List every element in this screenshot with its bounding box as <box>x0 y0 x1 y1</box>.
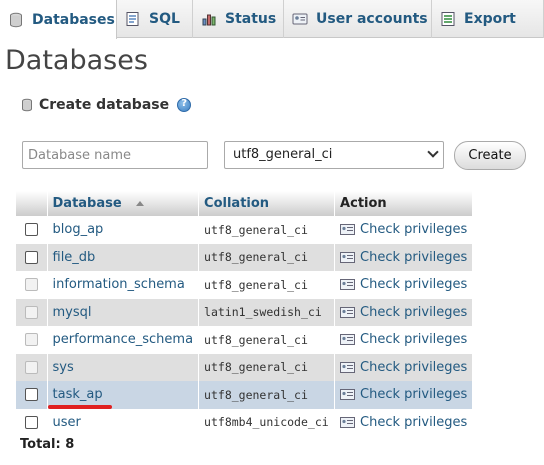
export-icon <box>440 11 456 27</box>
tab-label: Export <box>464 11 516 27</box>
check-privileges-label: Check privileges <box>360 277 468 293</box>
database-header-label: Database <box>52 196 122 211</box>
database-name-link[interactable]: blog_ap <box>47 216 200 244</box>
check-privileges-label: Check privileges <box>360 222 468 238</box>
row-checkbox-disabled <box>24 333 38 347</box>
collation-cell: utf8_general_ci <box>198 243 336 271</box>
action-column-header: Action <box>334 191 474 216</box>
database-column-header[interactable]: Database <box>47 191 200 216</box>
row-checkbox[interactable] <box>24 250 38 264</box>
check-privileges-label: Check privileges <box>360 359 468 375</box>
tab-user-accounts[interactable]: User accounts <box>284 0 432 38</box>
check-privileges-link[interactable]: Check privileges <box>334 243 474 271</box>
tab-label: Status <box>225 11 277 27</box>
check-privileges-link[interactable]: Check privileges <box>334 216 474 244</box>
help-icon[interactable] <box>177 98 192 112</box>
status-icon <box>201 11 217 27</box>
tab-label: Databases <box>32 11 115 28</box>
user-accounts-icon <box>292 11 308 27</box>
collation-cell: utf8mb4_unicode_ci <box>198 408 336 436</box>
collation-cell: latin1_swedish_ci <box>198 298 336 326</box>
total-count: Total: 8 <box>20 437 75 452</box>
check-privileges-link[interactable]: Check privileges <box>334 381 474 409</box>
check-privileges-label: Check privileges <box>360 249 468 265</box>
database-name-link[interactable]: user <box>47 408 200 436</box>
collation-column-header[interactable]: Collation <box>198 191 336 216</box>
privileges-icon <box>340 334 356 346</box>
collation-cell: utf8_general_ci <box>198 271 336 299</box>
database-icon <box>8 12 24 28</box>
row-checkbox-disabled <box>24 360 38 374</box>
create-database-heading: Create database <box>20 97 192 113</box>
check-privileges-link[interactable]: Check privileges <box>334 408 474 436</box>
create-button[interactable]: Create <box>454 141 526 170</box>
collation-cell: utf8_general_ci <box>198 326 336 354</box>
databases-table: Database Collation Action blog_ap utf8_g… <box>16 191 474 436</box>
collation-cell: utf8_general_ci <box>198 216 336 244</box>
check-privileges-label: Check privileges <box>360 414 468 430</box>
database-add-icon <box>20 98 34 112</box>
chevron-down-icon <box>427 146 439 158</box>
tab-sql[interactable]: SQL <box>117 0 193 38</box>
sql-icon <box>125 11 141 27</box>
collation-select[interactable]: utf8_general_ci <box>224 141 444 169</box>
table-row: blog_ap utf8_general_ci Check privileges <box>16 216 474 244</box>
collation-cell: utf8_general_ci <box>198 381 336 409</box>
tab-status[interactable]: Status <box>193 0 284 38</box>
row-checkbox-disabled <box>24 278 38 292</box>
page-title: Databases <box>5 45 148 76</box>
create-database-label: Create database <box>39 97 170 113</box>
tab-export[interactable]: Export <box>432 0 544 38</box>
check-privileges-link[interactable]: Check privileges <box>334 353 474 381</box>
sort-ascending-icon <box>136 201 145 206</box>
check-privileges-link[interactable]: Check privileges <box>334 298 474 326</box>
collation-select-value: utf8_general_ci <box>233 147 333 162</box>
database-name-link[interactable]: performance_schema <box>47 326 200 354</box>
row-checkbox-disabled <box>24 305 38 319</box>
table-row: performance_schema utf8_general_ci Check… <box>16 326 474 354</box>
database-name-input[interactable] <box>22 141 208 169</box>
privileges-icon <box>340 416 356 428</box>
table-row: sys utf8_general_ci Check privileges <box>16 353 474 381</box>
tab-label: User accounts <box>316 11 428 27</box>
table-row: user utf8mb4_unicode_ci Check privileges <box>16 408 474 436</box>
row-checkbox[interactable] <box>24 415 38 429</box>
collation-cell: utf8_general_ci <box>198 353 336 381</box>
top-tabbar: Databases SQL Status User accounts Expor… <box>0 0 544 39</box>
table-row: information_schema utf8_general_ci Check… <box>16 271 474 299</box>
check-privileges-link[interactable]: Check privileges <box>334 326 474 354</box>
check-privileges-label: Check privileges <box>360 332 468 348</box>
privileges-icon <box>340 306 356 318</box>
database-name-link[interactable]: sys <box>47 353 200 381</box>
row-checkbox[interactable] <box>24 388 38 402</box>
database-name-link[interactable]: information_schema <box>47 271 200 299</box>
check-privileges-label: Check privileges <box>360 387 468 403</box>
annotation-underline <box>48 405 112 409</box>
privileges-icon <box>340 251 356 263</box>
table-header-row: Database Collation Action <box>16 191 474 216</box>
select-column-header <box>16 191 48 216</box>
table-row: file_db utf8_general_ci Check privileges <box>16 243 474 271</box>
table-row: mysql latin1_swedish_ci Check privileges <box>16 298 474 326</box>
privileges-icon <box>340 279 356 291</box>
privileges-icon <box>340 389 356 401</box>
tab-label: SQL <box>149 11 180 27</box>
check-privileges-link[interactable]: Check privileges <box>334 271 474 299</box>
database-name-link[interactable]: file_db <box>47 243 200 271</box>
privileges-icon <box>340 224 356 236</box>
tab-databases[interactable]: Databases <box>0 0 117 39</box>
check-privileges-label: Check privileges <box>360 304 468 320</box>
privileges-icon <box>340 361 356 373</box>
database-name-link[interactable]: mysql <box>47 298 200 326</box>
row-checkbox[interactable] <box>24 223 38 237</box>
